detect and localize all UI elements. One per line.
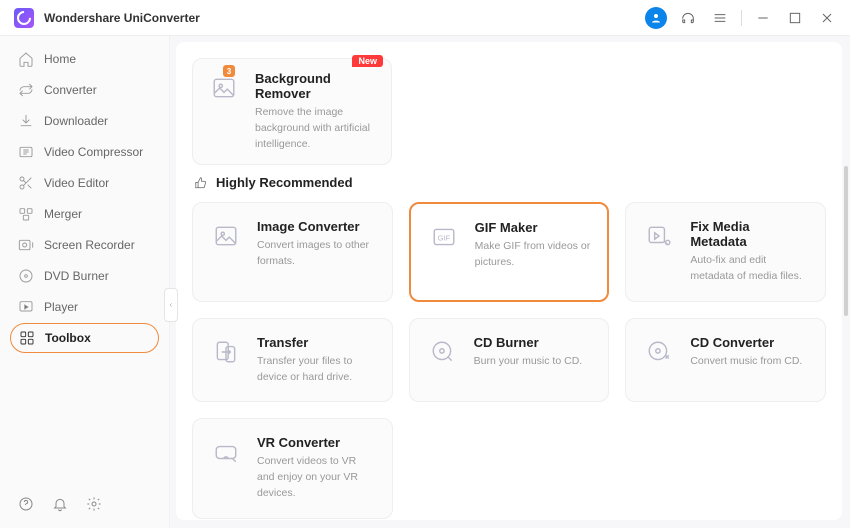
notification-icon[interactable] [50, 494, 70, 514]
sidebar-item-video-editor[interactable]: Video Editor [10, 168, 159, 198]
section-title: Highly Recommended [216, 175, 353, 190]
grid-icon [19, 330, 35, 346]
sidebar-item-player[interactable]: Player [10, 292, 159, 322]
merge-icon [18, 206, 34, 222]
sidebar-item-converter[interactable]: Converter [10, 75, 159, 105]
card-title: Background Remover [255, 71, 377, 101]
settings-icon[interactable] [84, 494, 104, 514]
minimize-button[interactable] [752, 7, 774, 29]
meta-icon [642, 219, 676, 253]
feature-count-badge: 3 [223, 65, 235, 77]
download-icon [18, 113, 34, 129]
sidebar-item-merger[interactable]: Merger [10, 199, 159, 229]
gif-icon [427, 220, 461, 254]
cdconv-icon [642, 335, 676, 369]
card-gif-maker[interactable]: GIF Maker Make GIF from videos or picture… [409, 202, 610, 302]
card-background-remover[interactable]: 3 New Background Remover Remove the imag… [192, 58, 392, 165]
section-header: Highly Recommended [194, 175, 826, 190]
maximize-button[interactable] [784, 7, 806, 29]
converter-icon [18, 82, 34, 98]
compress-icon [18, 144, 34, 160]
nav-label: DVD Burner [44, 269, 109, 283]
nav-label: Toolbox [45, 331, 91, 345]
nav-label: Merger [44, 207, 82, 221]
help-icon[interactable] [16, 494, 36, 514]
menu-icon[interactable] [709, 7, 731, 29]
image-icon [209, 219, 243, 253]
card-title: VR Converter [257, 435, 376, 450]
card-title: Transfer [257, 335, 376, 350]
nav-label: Video Compressor [44, 145, 143, 159]
card-desc: Auto-fix and edit metadata of media file… [690, 253, 809, 285]
card-fix-media-metadata[interactable]: Fix Media Metadata Auto-fix and edit meta… [625, 202, 826, 302]
tool-grid: Image Converter Convert images to other f… [192, 202, 826, 518]
cdburn-icon [426, 335, 460, 369]
card-desc: Convert images to other formats. [257, 238, 376, 270]
card-title: Image Converter [257, 219, 376, 234]
card-desc: Convert videos to VR and enjoy on your V… [257, 454, 376, 501]
nav-label: Screen Recorder [44, 238, 135, 252]
nav-label: Player [44, 300, 78, 314]
card-desc: Transfer your files to device or hard dr… [257, 354, 376, 386]
app-title: Wondershare UniConverter [44, 11, 200, 25]
titlebar: Wondershare UniConverter [0, 0, 850, 36]
card-title: Fix Media Metadata [690, 219, 809, 249]
sidebar-item-screen-recorder[interactable]: Screen Recorder [10, 230, 159, 260]
nav-label: Video Editor [44, 176, 109, 190]
card-vr-converter[interactable]: VR Converter Convert videos to VR and enj… [192, 418, 393, 518]
close-button[interactable] [816, 7, 838, 29]
nav-label: Converter [44, 83, 97, 97]
nav-label: Downloader [44, 114, 108, 128]
transfer-icon [209, 335, 243, 369]
scissors-icon [18, 175, 34, 191]
card-cd-burner[interactable]: CD Burner Burn your music to CD. [409, 318, 610, 403]
home-icon [18, 51, 34, 67]
card-desc: Remove the image background with artific… [255, 105, 377, 152]
disc-icon [18, 268, 34, 284]
sidebar-item-downloader[interactable]: Downloader [10, 106, 159, 136]
card-title: CD Burner [474, 335, 593, 350]
card-desc: Make GIF from videos or pictures. [475, 239, 592, 271]
app-logo [14, 8, 34, 28]
sidebar-item-video-compressor[interactable]: Video Compressor [10, 137, 159, 167]
main-content: 3 New Background Remover Remove the imag… [176, 42, 842, 520]
new-badge: New [352, 55, 383, 67]
card-cd-converter[interactable]: CD Converter Convert music from CD. [625, 318, 826, 403]
sidebar: Home Converter Downloader Video Compressor V… [0, 36, 170, 528]
play-icon [18, 299, 34, 315]
sidebar-item-home[interactable]: Home [10, 44, 159, 74]
thumbs-up-icon [194, 176, 208, 190]
card-title: GIF Maker [475, 220, 592, 235]
vr-icon [209, 435, 243, 469]
collapse-sidebar-button[interactable] [164, 288, 178, 322]
scrollbar[interactable] [844, 166, 848, 316]
user-avatar[interactable] [645, 7, 667, 29]
record-icon [18, 237, 34, 253]
support-icon[interactable] [677, 7, 699, 29]
card-title: CD Converter [690, 335, 809, 350]
nav-label: Home [44, 52, 76, 66]
card-desc: Burn your music to CD. [474, 354, 593, 370]
card-image-converter[interactable]: Image Converter Convert images to other f… [192, 202, 393, 302]
sidebar-item-toolbox[interactable]: Toolbox [10, 323, 159, 353]
card-transfer[interactable]: Transfer Transfer your files to device or… [192, 318, 393, 403]
card-desc: Convert music from CD. [690, 354, 809, 370]
sidebar-item-dvd-burner[interactable]: DVD Burner [10, 261, 159, 291]
